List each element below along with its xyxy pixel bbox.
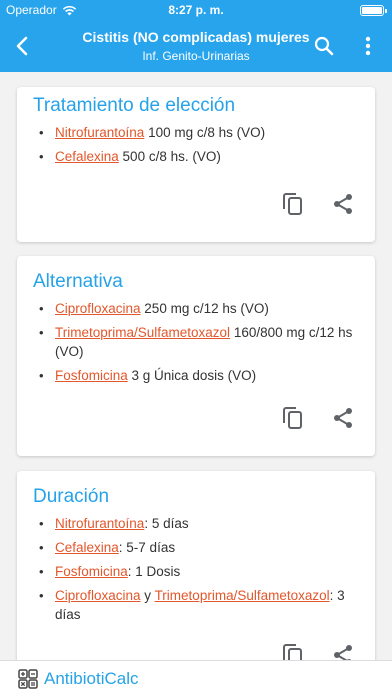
duration-text: : 5-7 días [118, 540, 176, 555]
dose-text: 250 mg c/12 hs (VO) [140, 301, 269, 316]
drug-link[interactable]: Trimetoprima/Sulfametoxazol [155, 588, 330, 603]
bullet: • [39, 564, 44, 579]
dose-text: 3 g Única dosis (VO) [127, 368, 257, 383]
bullet: • [39, 588, 44, 603]
item-list: • Nitrofurantoína 100 mg c/8 hs (VO) • Cef… [39, 123, 357, 171]
bullet: • [39, 301, 44, 316]
header-titles: Cistitis (NO complicadas) mujeres Inf. G… [60, 28, 332, 64]
drug-link[interactable]: Cefalexina [55, 149, 119, 164]
copy-button[interactable] [279, 190, 307, 218]
drug-link[interactable]: Nitrofurantoína [55, 125, 144, 140]
list-item: • Ciprofloxacina y Trimetoprima/Sulfameto… [39, 586, 357, 624]
share-button[interactable] [329, 641, 357, 660]
drug-link[interactable]: Cefalexina [55, 540, 119, 555]
card-actions [279, 641, 357, 660]
item-list: • Ciprofloxacina 250 mg c/12 hs (VO) • Tri… [39, 299, 357, 390]
back-arrow-icon [16, 36, 28, 56]
card-title: Tratamiento de elección [33, 95, 236, 116]
list-item: • Fosfomicina 3 g Única dosis (VO) [39, 366, 357, 385]
card-duracion: Duración • Nitrofurantoína: 5 días • Cefal… [17, 471, 375, 660]
share-icon [334, 194, 352, 214]
item-list: • Nitrofurantoína: 5 días • Cefalexina: 5-… [39, 514, 357, 629]
list-item: • Cefalexina 500 c/8 hs. (VO) [39, 147, 357, 166]
card-tratamiento: Tratamiento de elección • Nitrofurantoína… [17, 87, 375, 242]
calculator-icon [18, 668, 38, 689]
drug-link[interactable]: Fosfomicina [55, 368, 128, 383]
copy-button[interactable] [279, 404, 307, 432]
dose-text: 500 c/8 hs. (VO) [118, 149, 221, 164]
share-icon [334, 408, 352, 428]
copy-icon [283, 644, 302, 660]
card-title: Duración [33, 486, 110, 507]
list-item: • Fosfomicina: 1 Dosis [39, 562, 357, 581]
list-item: • Nitrofurantoína 100 mg c/8 hs (VO) [39, 123, 357, 142]
app-name: AntibiotiCalc [44, 668, 139, 688]
bullet: • [39, 516, 44, 531]
search-button[interactable] [312, 34, 336, 58]
list-item: • Cefalexina: 5-7 días [39, 538, 357, 557]
card-actions [279, 404, 357, 432]
battery-icon [360, 5, 387, 16]
more-vert-icon [365, 36, 371, 56]
bullet: • [39, 368, 44, 383]
page-subtitle: Inf. Genito-Urinarias [142, 49, 250, 63]
card-alternativa: Alternativa • Ciprofloxacina 250 mg c/12 … [17, 256, 375, 456]
status-time: 8:27 p. m. [168, 3, 224, 17]
dose-text: 100 mg c/8 hs (VO) [144, 125, 266, 140]
app-header: Cistitis (NO complicadas) mujeres Inf. G… [0, 20, 392, 72]
card-actions [279, 190, 357, 218]
drug-link[interactable]: Nitrofurantoína [55, 516, 144, 531]
bullet: • [39, 125, 44, 140]
card-title: Alternativa [33, 271, 123, 292]
copy-icon [283, 407, 302, 429]
share-button[interactable] [329, 404, 357, 432]
copy-button[interactable] [279, 641, 307, 660]
drug-link[interactable]: Fosfomicina [55, 564, 128, 579]
drug-link[interactable]: Ciprofloxacina [55, 588, 141, 603]
list-item: • Nitrofurantoína: 5 días [39, 514, 357, 533]
share-icon [334, 645, 352, 660]
list-item: • Ciprofloxacina 250 mg c/12 hs (VO) [39, 299, 357, 318]
copy-icon [283, 193, 302, 215]
share-button[interactable] [329, 190, 357, 218]
back-button[interactable] [8, 32, 36, 60]
content-scroll[interactable]: Tratamiento de elección • Nitrofurantoína… [0, 72, 392, 660]
search-icon [314, 36, 334, 56]
bullet: • [39, 325, 44, 340]
bullet: • [39, 540, 44, 555]
status-bar: Operador 8:27 p. m. [0, 0, 392, 20]
list-item: • Trimetoprima/Sulfametoxazol 160/800 mg … [39, 323, 357, 361]
drug-link[interactable]: Trimetoprima/Sulfametoxazol [55, 325, 230, 340]
duration-text: : 1 Dosis [127, 564, 181, 579]
bottom-app-bar[interactable]: AntibiotiCalc [0, 660, 392, 696]
duration-text: : 5 días [144, 516, 189, 531]
conjunction-text: y [140, 588, 155, 603]
bullet: • [39, 149, 44, 164]
page-title: Cistitis (NO complicadas) mujeres [82, 29, 310, 45]
more-options-button[interactable] [360, 34, 376, 58]
drug-link[interactable]: Ciprofloxacina [55, 301, 141, 316]
